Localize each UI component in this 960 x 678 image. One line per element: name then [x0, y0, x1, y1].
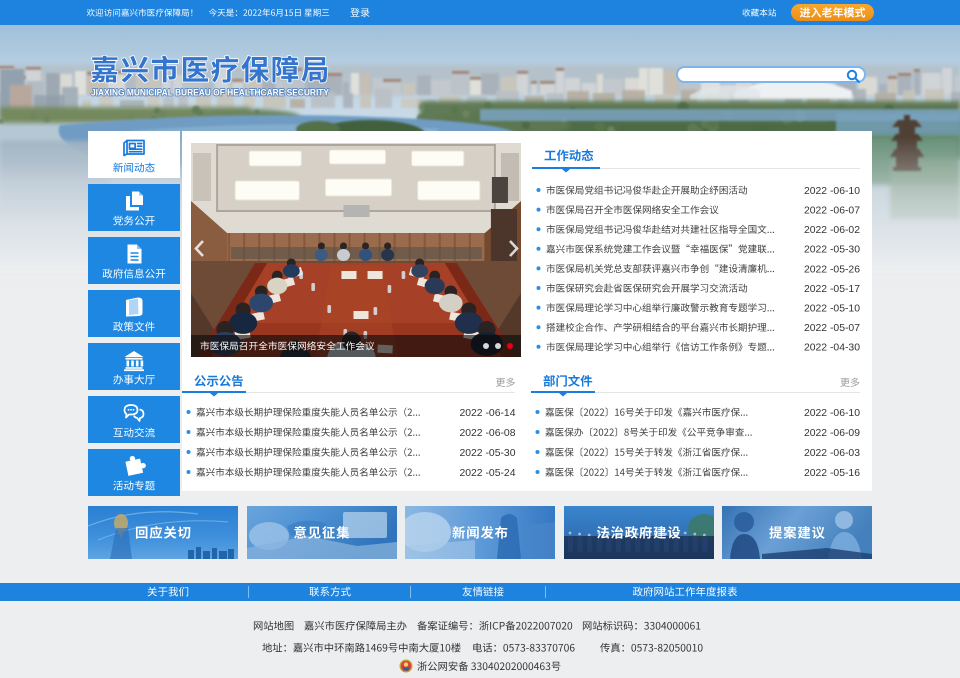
svg-text:2022 -05-17: 2022 -05-17: [804, 284, 860, 295]
svg-text:2022 -06-08: 2022 -06-08: [459, 428, 515, 439]
svg-text:2022 -05-24: 2022 -05-24: [459, 468, 515, 479]
svg-text:2022 -05-16: 2022 -05-16: [804, 468, 860, 479]
svg-text:2022 -06-02: 2022 -06-02: [804, 225, 860, 236]
svg-text:2022 -05-10: 2022 -05-10: [804, 304, 860, 315]
svg-text:2022 -06-14: 2022 -06-14: [459, 408, 515, 419]
svg-text:2022 -06-10: 2022 -06-10: [804, 408, 860, 419]
svg-text:2022 -06-09: 2022 -06-09: [804, 428, 860, 439]
svg-text:2022 -04-30: 2022 -04-30: [804, 343, 860, 354]
svg-text:2022 -05-26: 2022 -05-26: [804, 264, 860, 275]
svg-text:2022 -05-30: 2022 -05-30: [459, 448, 515, 459]
svg-text:2022 -05-30: 2022 -05-30: [804, 245, 860, 256]
svg-text:JIAXING MUNICIPAL BUREAU OF HE: JIAXING MUNICIPAL BUREAU OF HEALTHCARE S…: [91, 88, 329, 98]
svg-text:2022 -05-07: 2022 -05-07: [804, 323, 860, 334]
svg-text:2022 -06-03: 2022 -06-03: [804, 448, 860, 459]
svg-text:2022 -06-07: 2022 -06-07: [804, 206, 860, 217]
svg-text:2022 -06-10: 2022 -06-10: [804, 186, 860, 197]
